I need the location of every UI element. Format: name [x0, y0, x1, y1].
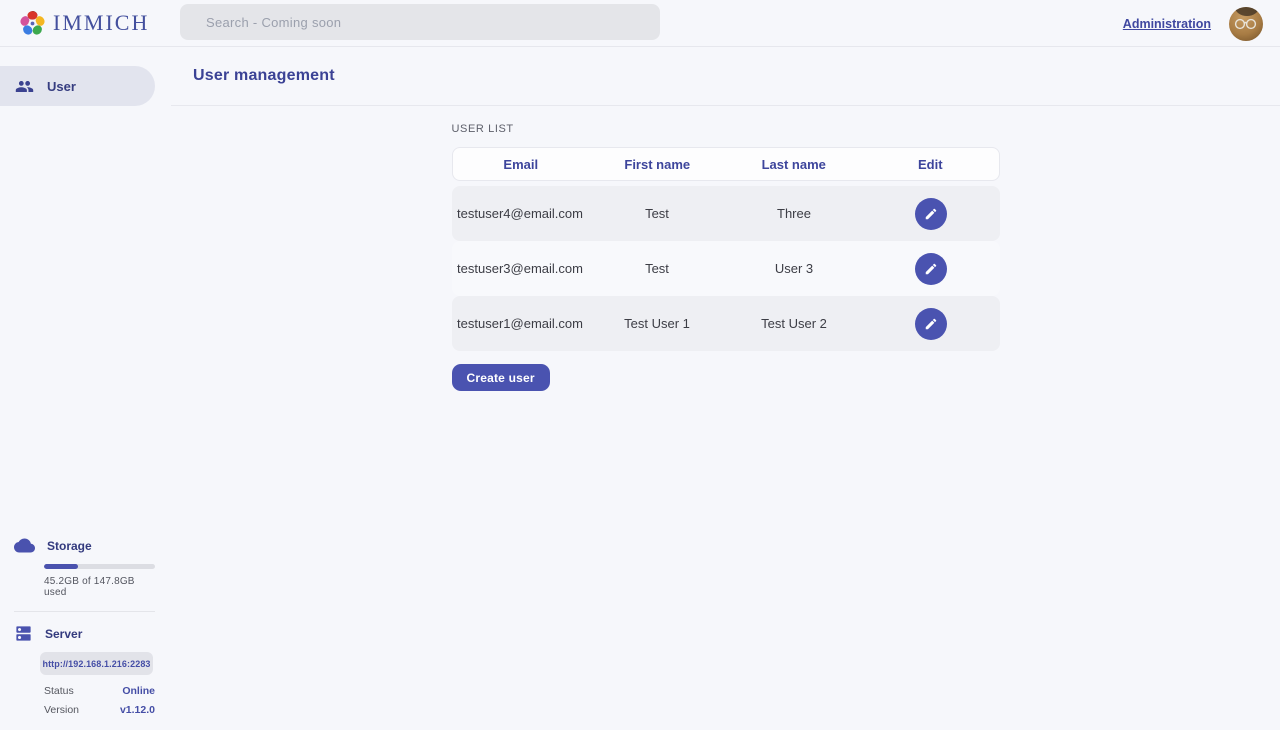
storage-progress-bar [44, 564, 155, 569]
create-user-button[interactable]: Create user [452, 364, 550, 391]
cell-first-name: Test [589, 261, 726, 276]
table-row: testuser1@email.com Test User 1 Test Use… [452, 296, 1000, 351]
user-avatar[interactable] [1229, 7, 1263, 41]
user-list-heading: USER LIST [452, 123, 1000, 135]
cell-last-name: Test User 2 [726, 316, 863, 331]
pencil-icon [924, 207, 938, 221]
pencil-icon [924, 317, 938, 331]
page-title: User management [193, 67, 335, 85]
server-url-badge: http://192.168.1.216:2283 [40, 652, 153, 675]
cell-last-name: User 3 [726, 261, 863, 276]
table-row: testuser3@email.com Test User 3 [452, 241, 1000, 296]
server-status-label: Status [44, 685, 74, 697]
edit-user-button[interactable] [915, 253, 947, 285]
server-version-value: v1.12.0 [120, 704, 155, 716]
user-table-body: testuser4@email.com Test Three testuser3… [452, 186, 1000, 351]
server-status-value: Online [122, 685, 155, 697]
cell-first-name: Test [589, 206, 726, 221]
main-titlebar: User management [171, 47, 1280, 106]
pencil-icon [924, 262, 938, 276]
storage-title: Storage [47, 539, 92, 553]
top-header: IMMICH Administration [0, 0, 1280, 47]
cell-email: testuser3@email.com [452, 261, 589, 276]
sidebar-divider [14, 611, 155, 612]
sidebar-status-panel: Storage 45.2GB of 147.8GB used Server ht… [0, 535, 155, 730]
sidebar: User Storage 45.2GB of 147.8GB used Serv… [0, 47, 155, 730]
main-panel: User management USER LIST Email First na… [171, 47, 1280, 730]
server-version-label: Version [44, 704, 79, 716]
column-header-last-name: Last name [726, 157, 863, 172]
server-icon [14, 624, 33, 643]
immich-logo-icon [19, 10, 46, 37]
cell-first-name: Test User 1 [589, 316, 726, 331]
storage-progress-fill [44, 564, 78, 569]
people-icon [15, 77, 34, 96]
column-header-first-name: First name [589, 157, 726, 172]
app-title: IMMICH [53, 10, 149, 36]
administration-link[interactable]: Administration [1123, 17, 1211, 31]
table-row: testuser4@email.com Test Three [452, 186, 1000, 241]
user-table-header: Email First name Last name Edit [452, 147, 1000, 181]
cloud-icon [14, 535, 35, 556]
cell-last-name: Three [726, 206, 863, 221]
app-brand[interactable]: IMMICH [0, 10, 160, 37]
cell-email: testuser4@email.com [452, 206, 589, 221]
column-header-edit: Edit [862, 157, 999, 172]
search-input[interactable] [180, 4, 660, 40]
sidebar-item-user-label: User [47, 79, 76, 94]
cell-email: testuser1@email.com [452, 316, 589, 331]
edit-user-button[interactable] [915, 308, 947, 340]
edit-user-button[interactable] [915, 198, 947, 230]
column-header-email: Email [453, 157, 590, 172]
sidebar-item-user[interactable]: User [0, 66, 155, 106]
server-title: Server [45, 627, 82, 641]
storage-usage-text: 45.2GB of 147.8GB used [44, 576, 155, 598]
